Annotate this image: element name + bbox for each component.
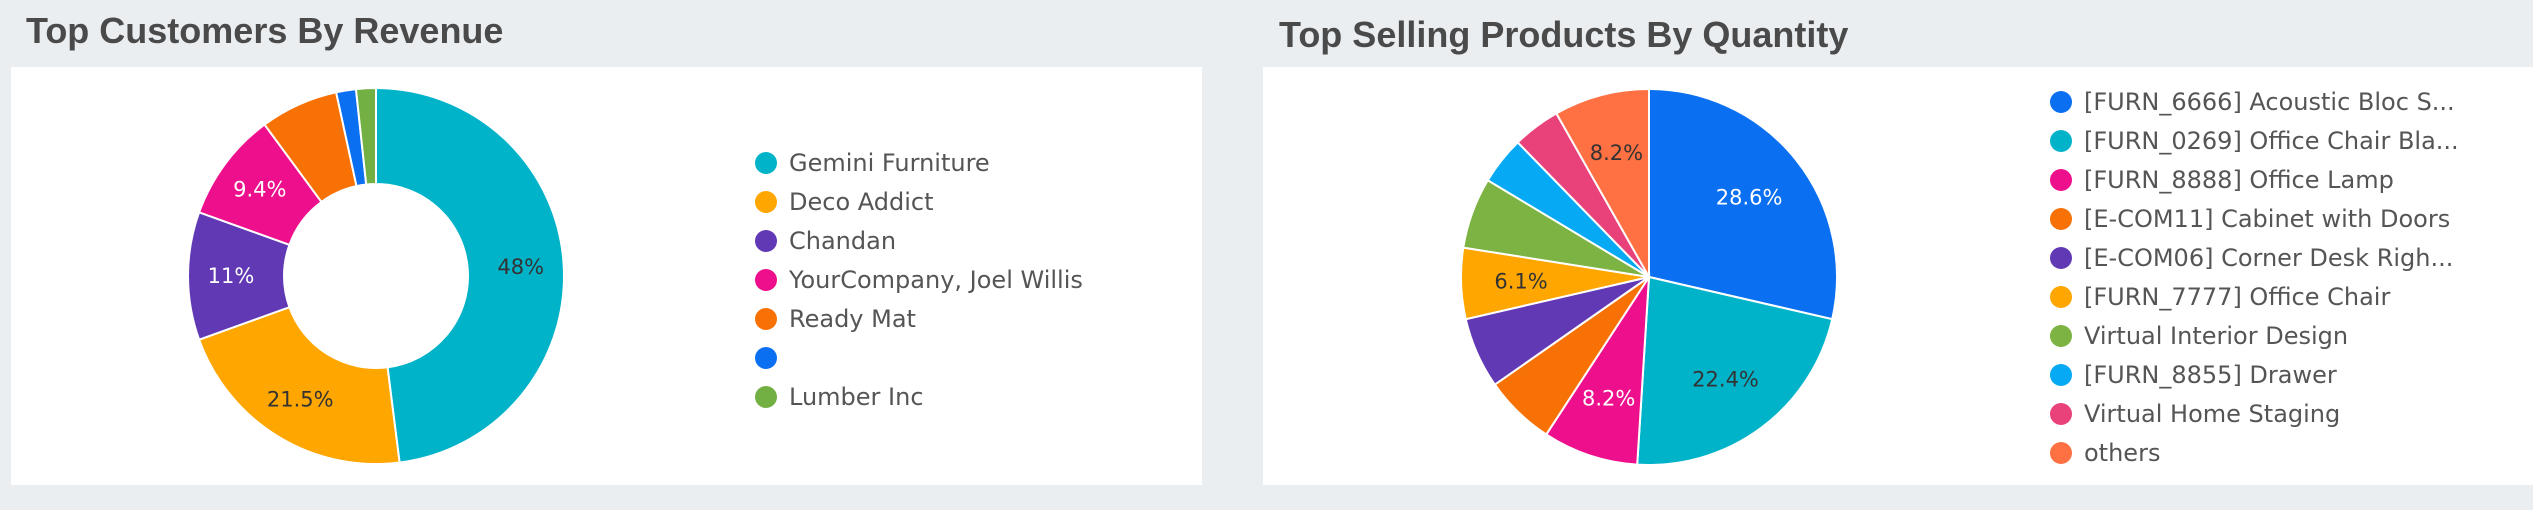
legend-label: [FURN_7777] Office Chair: [2084, 282, 2391, 311]
legend-item-furn-8855-drawer[interactable]: [FURN_8855] Drawer: [2050, 355, 2459, 394]
legend-swatch: [2050, 207, 2072, 230]
legend-item-others[interactable]: others: [2050, 433, 2459, 472]
legend-swatch: [2050, 363, 2072, 386]
legend-label: others: [2084, 438, 2161, 467]
legend-label: [FURN_6666] Acoustic Bloc S...: [2084, 87, 2455, 116]
legend-swatch: [755, 307, 777, 330]
slice-label-furn-7777-office-chair: 6.1%: [1494, 269, 1547, 293]
legend-label: [FURN_8855] Drawer: [2084, 360, 2337, 389]
legend-item-e-com11-cabinet-with-doors[interactable]: [E-COM11] Cabinet with Doors: [2050, 199, 2459, 238]
legend-item-furn-0269-office-chair-bla[interactable]: [FURN_0269] Office Chair Bla...: [2050, 121, 2459, 160]
legend-swatch: [2050, 129, 2072, 152]
legend-swatch: [2050, 324, 2072, 347]
slice-label-others: 8.2%: [1590, 141, 1643, 165]
legend-label: [E-COM11] Cabinet with Doors: [2084, 204, 2451, 233]
legend-item-gemini-furniture[interactable]: Gemini Furniture: [755, 143, 1083, 182]
slice-label-gemini-furniture: 48%: [497, 255, 544, 279]
legend-swatch: [755, 346, 777, 369]
legend-label: Ready Mat: [789, 304, 916, 333]
legend-swatch: [2050, 90, 2072, 113]
legend-label: [E-COM06] Corner Desk Righ...: [2084, 243, 2454, 272]
products-quantity-card: 28.6% 22.4% 8.2% 6.1% 8.2% [FURN_6666] Acous…: [1263, 67, 2533, 485]
slice-label-furn-6666-acoustic-bloc-s: 28.6%: [1716, 185, 1783, 209]
legend-item-chandan[interactable]: Chandan: [755, 221, 1083, 260]
legend-item-virtual-home-staging[interactable]: Virtual Home Staging: [2050, 394, 2459, 433]
legend-item-ready-mat[interactable]: Ready Mat: [755, 299, 1083, 338]
legend-swatch: [755, 190, 777, 213]
legend-label: Virtual Interior Design: [2084, 321, 2349, 350]
slice-label-furn-8888-office-lamp: 8.2%: [1582, 386, 1635, 410]
products-legend: [FURN_6666] Acoustic Bloc S... [FURN_0269…: [2050, 82, 2459, 472]
legend-item-furn-6666-acoustic-bloc-s[interactable]: [FURN_6666] Acoustic Bloc S...: [2050, 82, 2459, 121]
legend-item-furn-7777-office-chair[interactable]: [FURN_7777] Office Chair: [2050, 277, 2459, 316]
legend-label: [FURN_0269] Office Chair Bla...: [2084, 126, 2459, 155]
legend-label: Virtual Home Staging: [2084, 399, 2341, 428]
legend-item-unnamed-5[interactable]: [755, 338, 1083, 377]
legend-swatch: [2050, 246, 2072, 269]
slice-label-yourcompany-joel-willis: 9.4%: [233, 177, 286, 201]
slice-label-deco-addict: 21.5%: [267, 388, 334, 412]
legend-label: Chandan: [789, 226, 897, 255]
legend-swatch: [2050, 168, 2072, 191]
legend-item-e-com06-corner-desk-righ[interactable]: [E-COM06] Corner Desk Righ...: [2050, 238, 2459, 277]
slice-label-furn-0269-office-chair-bla: 22.4%: [1692, 368, 1759, 392]
customers-revenue-card: 48% 21.5% 11% 9.4% Gemini Furniture Deco Add…: [11, 67, 1202, 485]
slice-deco-addict[interactable]: [197, 305, 401, 465]
legend-label: Lumber Inc: [789, 382, 924, 411]
legend-swatch: [2050, 441, 2072, 464]
legend-item-yourcompany-joel-willis[interactable]: YourCompany, Joel Willis: [755, 260, 1083, 299]
legend-item-deco-addict[interactable]: Deco Addict: [755, 182, 1083, 221]
legend-label: Gemini Furniture: [789, 148, 990, 177]
legend-item-furn-8888-office-lamp[interactable]: [FURN_8888] Office Lamp: [2050, 160, 2459, 199]
legend-item-virtual-interior-design[interactable]: Virtual Interior Design: [2050, 316, 2459, 355]
legend-swatch: [2050, 285, 2072, 308]
customers-chart-title: Top Customers By Revenue: [26, 10, 504, 51]
customers-donut-chart: 48% 21.5% 11% 9.4%: [186, 86, 566, 465]
products-chart-title: Top Selling Products By Quantity: [1279, 14, 1849, 55]
legend-swatch: [755, 385, 777, 408]
legend-swatch: [755, 229, 777, 252]
legend-label: [FURN_8888] Office Lamp: [2084, 165, 2394, 194]
legend-swatch: [2050, 402, 2072, 425]
legend-label: YourCompany, Joel Willis: [789, 265, 1083, 294]
customers-legend: Gemini Furniture Deco Addict Chandan YourCo…: [755, 143, 1083, 416]
products-pie-chart: 28.6% 22.4% 8.2% 6.1% 8.2%: [1460, 87, 1838, 466]
legend-item-lumber-inc[interactable]: Lumber Inc: [755, 377, 1083, 416]
legend-swatch: [755, 151, 777, 174]
legend-swatch: [755, 268, 777, 291]
legend-label: Deco Addict: [789, 187, 934, 216]
slice-label-chandan: 11%: [208, 264, 255, 288]
